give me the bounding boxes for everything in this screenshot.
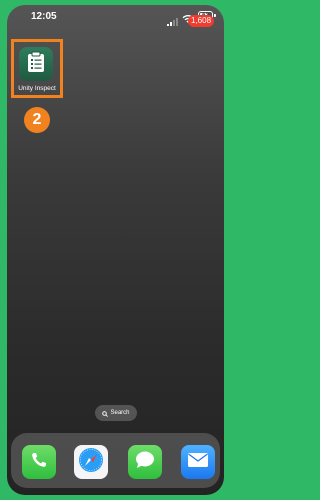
step-number-badge: 2 [24, 107, 50, 133]
dock [11, 433, 220, 488]
envelope-icon [187, 452, 209, 473]
search-button[interactable]: Search [95, 405, 137, 421]
clipboard-icon [26, 51, 46, 78]
mail-app-icon[interactable] [181, 445, 215, 479]
speech-bubble-icon [134, 450, 156, 475]
status-time: 12:05 [31, 11, 57, 22]
safari-app-icon[interactable] [74, 445, 108, 479]
search-label: Search [110, 410, 130, 416]
phone-app-icon[interactable] [22, 445, 56, 479]
phone-icon [30, 451, 48, 474]
cellular-signal-icon [167, 13, 179, 31]
battery-cap [214, 14, 216, 17]
messages-app-icon[interactable] [128, 445, 162, 479]
phone-screen: 12:05 62 [7, 5, 224, 495]
compass-icon [77, 446, 105, 479]
magnifier-icon [102, 404, 109, 422]
unity-inspect-app-label: Unity Inspect [18, 85, 56, 92]
unity-inspect-app-icon[interactable] [19, 47, 53, 81]
mail-unread-badge: 1,608 [188, 15, 215, 27]
